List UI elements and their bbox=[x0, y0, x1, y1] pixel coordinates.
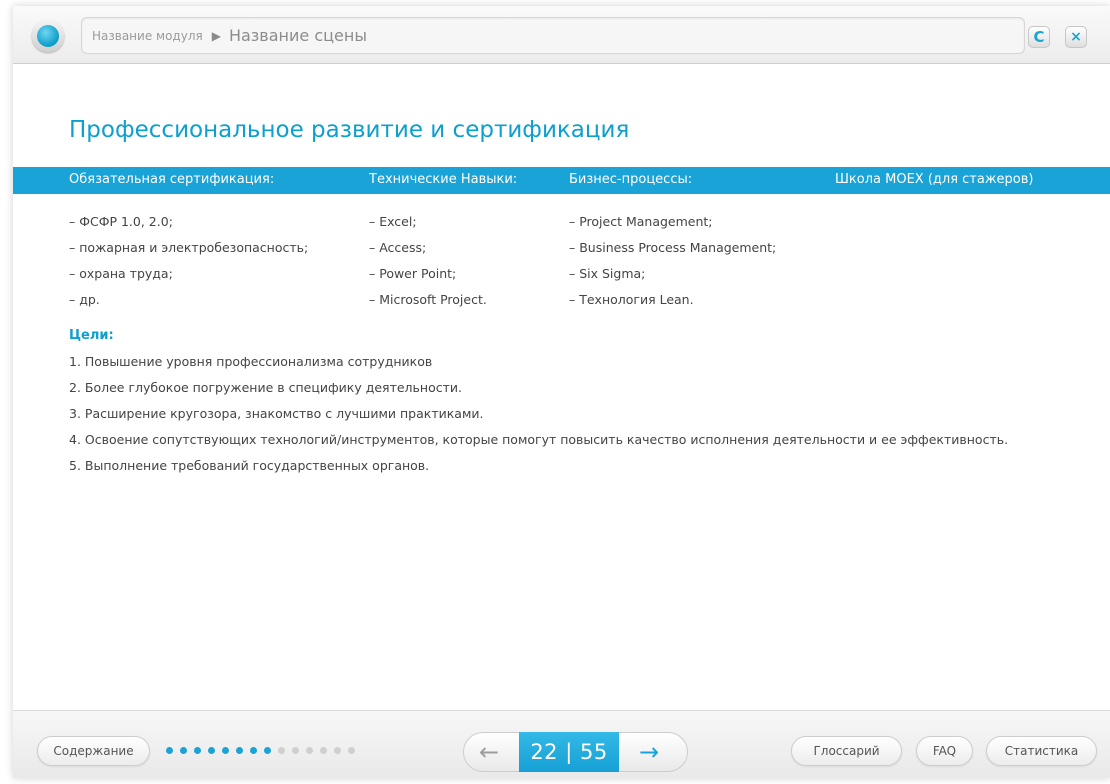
column-heading-business: Бизнес-процессы: bbox=[569, 172, 693, 187]
list-item: – Six Sigma; bbox=[569, 266, 646, 281]
column-heading-school: Школа МОЕХ (для стажеров) bbox=[835, 172, 1034, 187]
columns-header-bar: Обязательная сертификация: Технические Н… bbox=[13, 167, 1110, 194]
list-item: – ФСФР 1.0, 2.0; bbox=[69, 214, 173, 229]
progress-dot[interactable] bbox=[194, 747, 201, 754]
goal-item: 3. Расширение кругозора, знакомство с лу… bbox=[69, 406, 484, 421]
progress-dot[interactable] bbox=[264, 747, 271, 754]
list-item: – охрана труда; bbox=[69, 266, 173, 281]
progress-dot[interactable] bbox=[250, 747, 257, 754]
breadcrumb-module[interactable]: Название модуля bbox=[92, 29, 203, 43]
goals-list: 1. Повышение уровня профессионализма сот… bbox=[69, 349, 1029, 479]
footer-bar: Содержание ← 22 | 55 → Глоссарий FAQ Ста… bbox=[13, 710, 1110, 778]
statistics-button[interactable]: Статистика bbox=[986, 736, 1097, 766]
list-item: – Microsoft Project. bbox=[369, 292, 487, 307]
list-item: – Access; bbox=[369, 240, 427, 255]
close-button[interactable]: × bbox=[1065, 26, 1087, 48]
list-item: – Project Management; bbox=[569, 214, 713, 229]
progress-dot[interactable] bbox=[222, 747, 229, 754]
breadcrumb-arrow-icon: ▶ bbox=[211, 28, 221, 43]
progress-dot[interactable] bbox=[320, 747, 327, 754]
column-heading-certification: Обязательная сертификация: bbox=[69, 172, 275, 187]
column-heading-tech-skills: Технические Навыки: bbox=[369, 172, 518, 187]
goal-item: 2. Более глубокое погружение в специфику… bbox=[69, 380, 462, 395]
header-bar: Название модуля ▶ Название сцены C × bbox=[13, 6, 1110, 64]
next-arrow-icon[interactable]: → bbox=[634, 739, 664, 765]
breadcrumb: Название модуля ▶ Название сцены bbox=[81, 17, 1025, 54]
progress-dot[interactable] bbox=[166, 747, 173, 754]
list-item: – др. bbox=[69, 292, 100, 307]
goal-item: 1. Повышение уровня профессионализма сот… bbox=[69, 354, 433, 369]
refresh-button[interactable]: C bbox=[1028, 26, 1050, 48]
logo-icon bbox=[32, 20, 64, 52]
progress-dot[interactable] bbox=[236, 747, 243, 754]
close-icon: × bbox=[1070, 29, 1082, 45]
player-window: Название модуля ▶ Название сцены C × Про… bbox=[13, 6, 1110, 778]
faq-button[interactable]: FAQ bbox=[916, 736, 973, 766]
goals-title: Цели: bbox=[69, 328, 114, 343]
list-certification: – ФСФР 1.0, 2.0; – пожарная и электробез… bbox=[69, 209, 308, 313]
progress-dot[interactable] bbox=[278, 747, 285, 754]
glossary-button[interactable]: Глоссарий bbox=[791, 736, 902, 766]
page-title: Профессиональное развитие и сертификация bbox=[69, 117, 630, 143]
list-item: – Технология Lean. bbox=[569, 292, 694, 307]
school-note: (для стажеров) bbox=[927, 172, 1034, 187]
goal-item: 4. Освоение сопутствующих технологий/инс… bbox=[69, 432, 1009, 447]
prev-arrow-icon[interactable]: ← bbox=[474, 739, 504, 765]
breadcrumb-scene: Название сцены bbox=[228, 26, 367, 45]
progress-dot[interactable] bbox=[292, 747, 299, 754]
list-business: – Project Management; – Business Process… bbox=[569, 209, 776, 313]
progress-dot[interactable] bbox=[334, 747, 341, 754]
list-tech-skills: – Excel; – Access; – Power Point; – Micr… bbox=[369, 209, 487, 313]
goal-item: 5. Выполнение требований государственных… bbox=[69, 458, 430, 473]
list-item: – Power Point; bbox=[369, 266, 457, 281]
list-item: – Excel; bbox=[369, 214, 417, 229]
progress-dot[interactable] bbox=[306, 747, 313, 754]
progress-dot[interactable] bbox=[208, 747, 215, 754]
pager: ← 22 | 55 → bbox=[463, 732, 688, 772]
refresh-icon: C bbox=[1033, 28, 1045, 46]
progress-dots bbox=[166, 747, 355, 754]
list-item: – Business Process Management; bbox=[569, 240, 777, 255]
progress-dot[interactable] bbox=[180, 747, 187, 754]
progress-dot[interactable] bbox=[348, 747, 355, 754]
contents-button[interactable]: Содержание bbox=[37, 736, 150, 766]
page-counter: 22 | 55 bbox=[519, 732, 619, 772]
list-item: – пожарная и электробезопасность; bbox=[69, 240, 309, 255]
